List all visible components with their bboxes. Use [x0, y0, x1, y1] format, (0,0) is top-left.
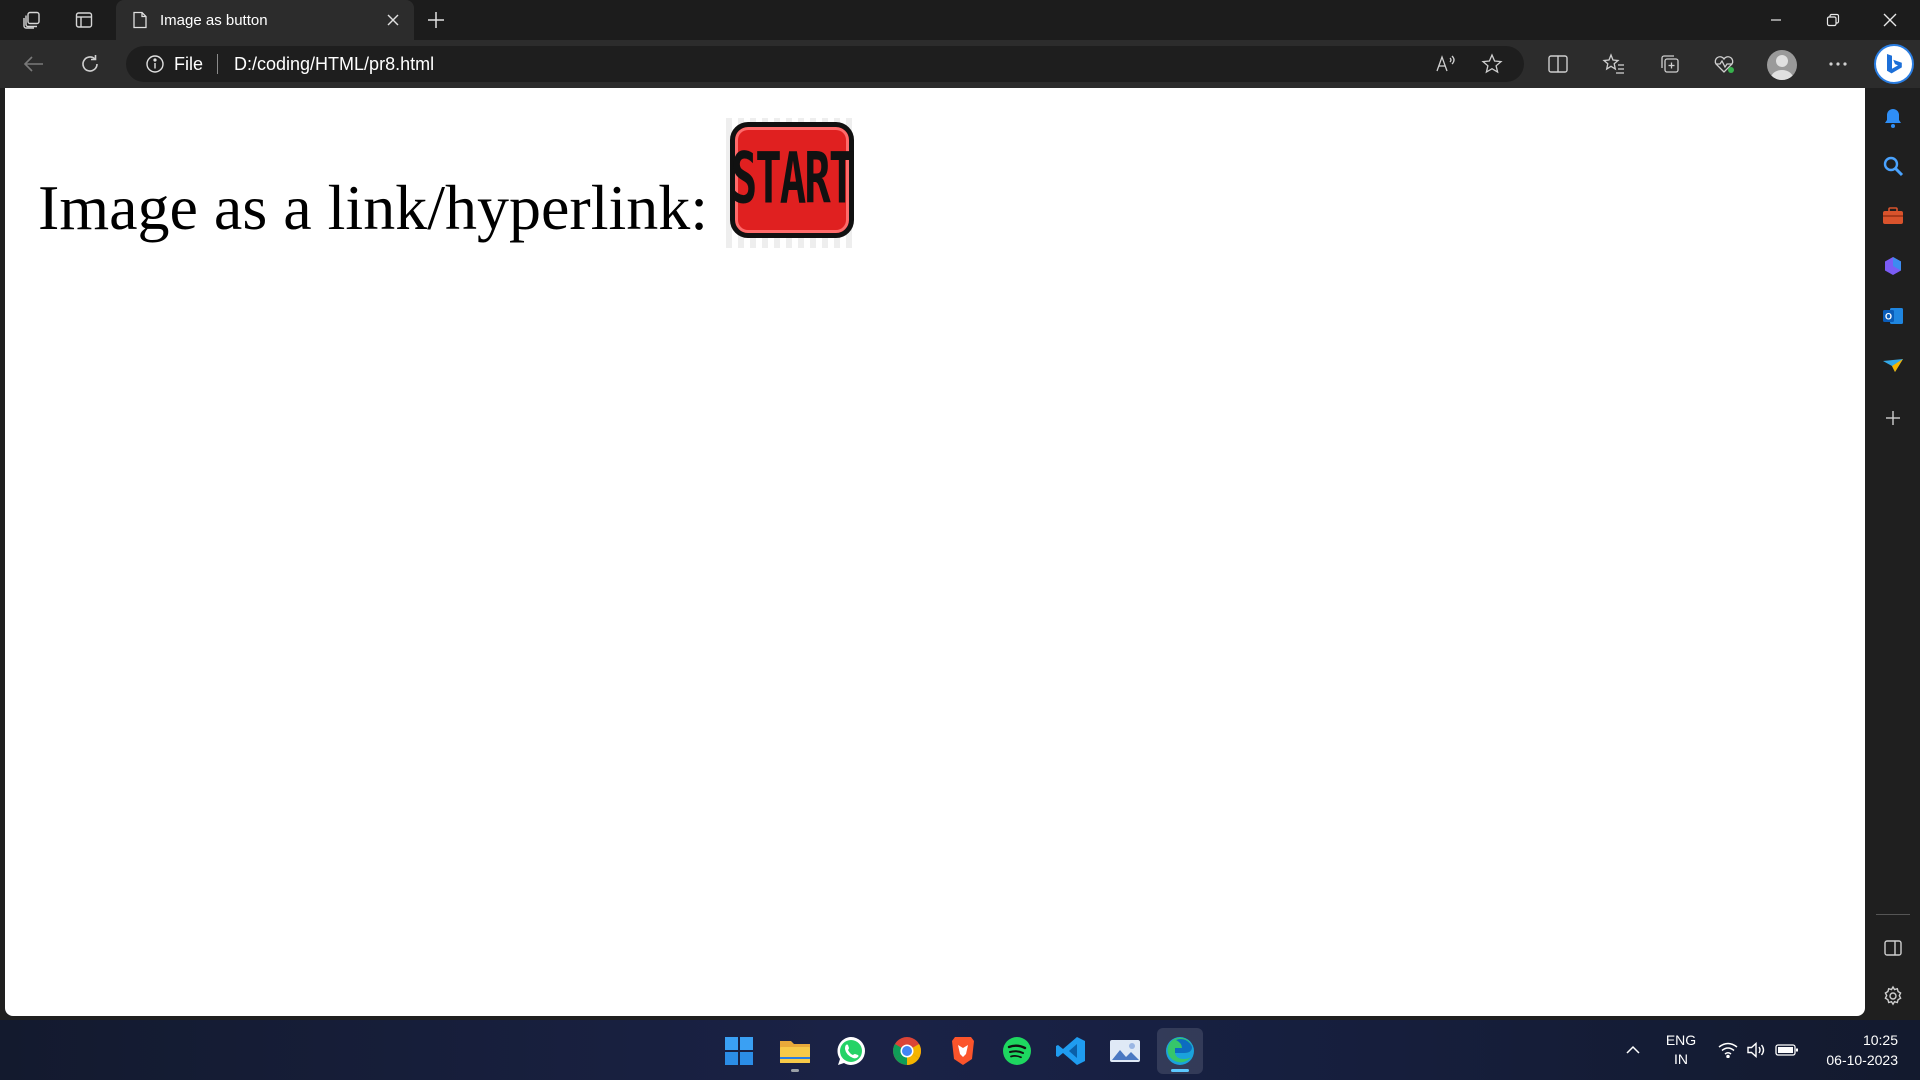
split-screen-button[interactable]: [1540, 48, 1576, 80]
restore-button[interactable]: [1805, 0, 1861, 40]
start-image-link[interactable]: START: [726, 118, 859, 248]
start-button-image[interactable]: START: [730, 122, 855, 238]
vscode-icon[interactable]: [1048, 1028, 1094, 1074]
clock-date: 06-10-2023: [1826, 1052, 1898, 1068]
url-scheme-label: File: [174, 53, 204, 74]
chrome-icon[interactable]: [884, 1028, 930, 1074]
favorite-star-icon[interactable]: [1474, 48, 1510, 80]
battery-icon[interactable]: [1772, 1020, 1802, 1080]
search-icon[interactable]: [1875, 148, 1911, 184]
new-tab-button[interactable]: [421, 6, 451, 34]
wifi-icon[interactable]: [1714, 1020, 1742, 1080]
url-text[interactable]: D:/coding/HTML/pr8.html: [234, 54, 434, 75]
region-code: IN: [1674, 1051, 1688, 1067]
bing-copilot-button[interactable]: [1874, 44, 1914, 84]
read-aloud-icon[interactable]: [1428, 48, 1464, 80]
edge-icon[interactable]: [1157, 1028, 1203, 1074]
browser-toolbar: File D:/coding/HTML/pr8.html: [0, 40, 1920, 88]
file-explorer-icon[interactable]: [772, 1028, 818, 1074]
back-button[interactable]: [16, 48, 52, 80]
tab-title: Image as button: [160, 11, 268, 29]
collections-button[interactable]: [1652, 48, 1688, 80]
page-content: Image as a link/hyperlink: START: [5, 88, 1865, 1016]
photos-icon[interactable]: [1102, 1028, 1148, 1074]
browser-essentials-button[interactable]: [1706, 48, 1742, 80]
favorites-button[interactable]: [1596, 48, 1632, 80]
info-icon[interactable]: [144, 53, 166, 75]
running-indicator: [791, 1069, 799, 1072]
image-link-caption: Image as a link/hyperlink:: [38, 172, 709, 243]
whatsapp-icon[interactable]: [828, 1028, 874, 1074]
show-hidden-icons-chevron-icon[interactable]: [1616, 1020, 1650, 1080]
hide-sidebar-icon[interactable]: [1875, 930, 1911, 966]
clock[interactable]: 10:25 06-10-2023: [1810, 1020, 1898, 1080]
address-bar[interactable]: File D:/coding/HTML/pr8.html: [126, 46, 1524, 82]
language-indicator[interactable]: ENG IN: [1660, 1020, 1702, 1080]
sidebar-settings-icon[interactable]: [1875, 978, 1911, 1014]
language-code: ENG: [1665, 1032, 1697, 1048]
minimize-button[interactable]: [1748, 0, 1804, 40]
brave-icon[interactable]: [940, 1028, 986, 1074]
drop-icon[interactable]: [1875, 348, 1911, 384]
close-window-button[interactable]: [1862, 0, 1918, 40]
start-menu-icon[interactable]: [716, 1028, 762, 1074]
tab-actions-icon[interactable]: [68, 6, 100, 34]
notification-bell-icon[interactable]: [1875, 100, 1911, 136]
spotify-icon[interactable]: [994, 1028, 1040, 1074]
address-separator: [217, 54, 219, 74]
tab-strip: Image as button: [0, 0, 1920, 40]
start-image-text: START: [730, 138, 855, 220]
windows-taskbar: ENG IN 10:25 06-10-2023: [0, 1020, 1920, 1080]
tools-icon[interactable]: [1875, 198, 1911, 234]
svg-text:O: O: [1885, 312, 1892, 322]
page-paragraph: Image as a link/hyperlink: START: [38, 118, 859, 248]
more-options-button[interactable]: [1820, 48, 1856, 80]
volume-icon[interactable]: [1742, 1020, 1770, 1080]
workspaces-icon[interactable]: [16, 6, 48, 34]
clock-time: 10:25: [1862, 1032, 1898, 1048]
refresh-button[interactable]: [72, 48, 108, 80]
page-icon: [130, 10, 150, 30]
edge-sidebar: O: [1866, 88, 1920, 1016]
add-sidebar-app-icon[interactable]: [1875, 400, 1911, 436]
outlook-icon[interactable]: O: [1875, 298, 1911, 334]
active-indicator: [1171, 1069, 1189, 1072]
sidebar-divider: [1876, 914, 1910, 915]
close-tab-icon[interactable]: [382, 9, 404, 31]
profile-avatar[interactable]: [1767, 50, 1797, 80]
tab-image-as-button[interactable]: Image as button: [116, 0, 414, 40]
microsoft-365-icon[interactable]: [1875, 248, 1911, 284]
